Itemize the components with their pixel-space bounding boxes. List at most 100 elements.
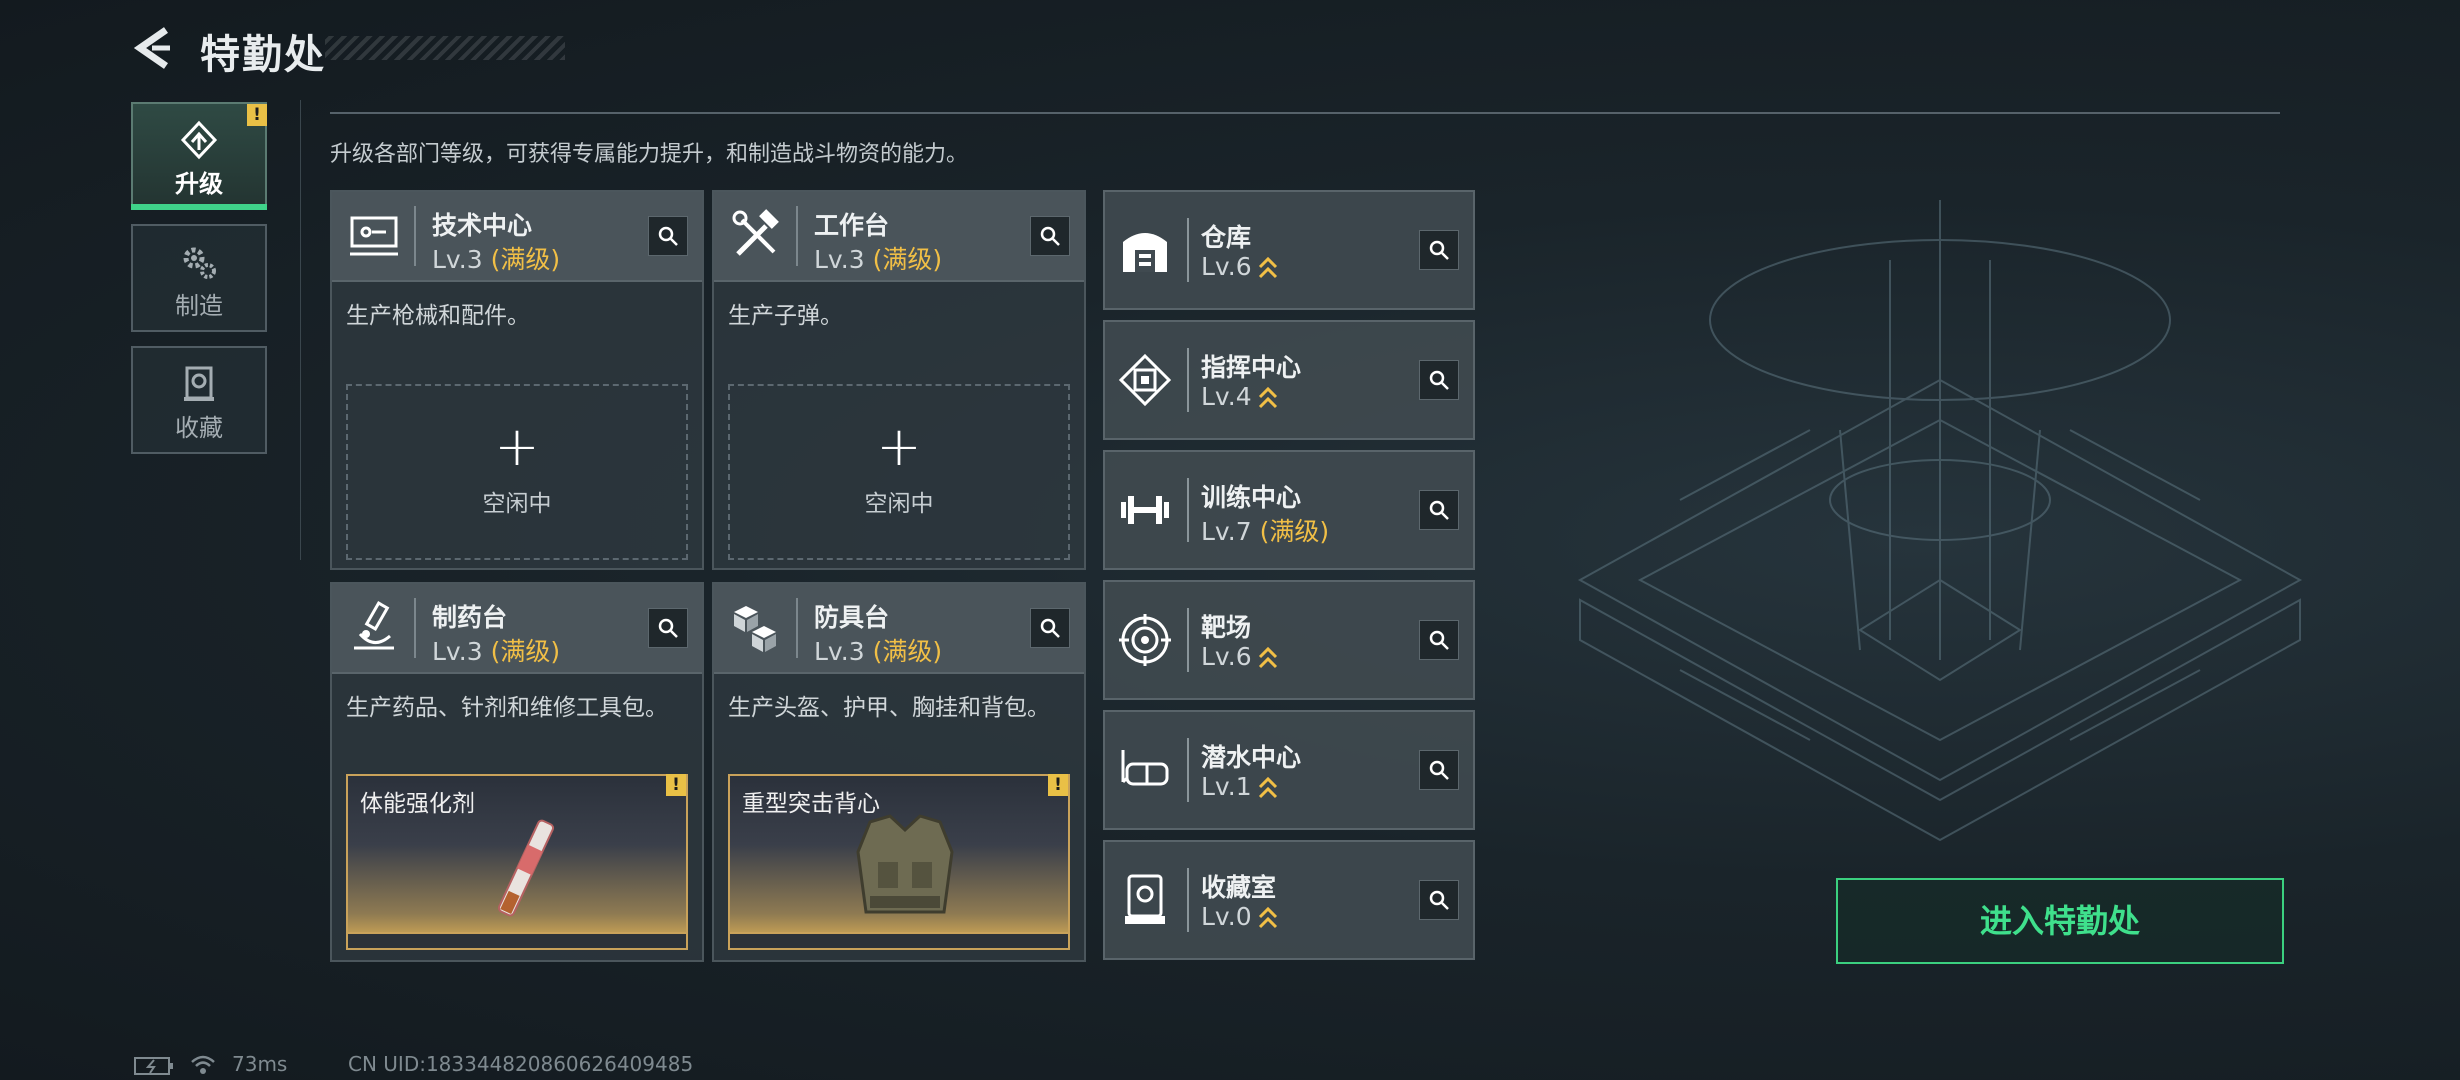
tab-label: 收藏 (175, 414, 223, 442)
search-icon (658, 618, 678, 638)
upgrade-chevron-icon (1258, 386, 1277, 409)
facility-card-armor-bench[interactable]: 防具台 Lv.3 (满级) 生产头盔、护甲、胸挂和背包。 重型突击背心 ! (712, 582, 1086, 962)
facility-description: 生产头盔、护甲、胸挂和背包。 (728, 695, 1050, 721)
slot-status: 空闲中 (864, 491, 934, 517)
user-uid: CN UID:183344820860626409485 (348, 1052, 694, 1076)
facility-row-training-center[interactable]: 训练中心 Lv.7 (满级) (1103, 450, 1475, 570)
search-icon (1429, 890, 1449, 910)
target-icon (1119, 614, 1171, 666)
inspect-button[interactable] (648, 608, 688, 648)
collection-icon (184, 366, 214, 401)
facility-row-warehouse[interactable]: 仓库 Lv.6 (1103, 190, 1475, 310)
inspect-button[interactable] (1419, 880, 1459, 920)
injector-icon (497, 819, 555, 917)
inspect-button[interactable] (1030, 608, 1070, 648)
search-icon (1429, 500, 1449, 520)
facility-level: Lv.1 (1201, 772, 1278, 801)
tab-label: 升级 (175, 170, 223, 198)
facility-level: Lv.6 (1201, 252, 1278, 281)
headquarters-wireframe (1577, 200, 2303, 842)
tools-icon (732, 209, 779, 256)
dumbbell-icon (1121, 496, 1169, 524)
search-icon (1429, 630, 1449, 650)
computer-icon (350, 216, 398, 256)
facility-row-command-center[interactable]: 指挥中心 Lv.4 (1103, 320, 1475, 440)
command-center-icon (1118, 353, 1172, 407)
search-icon (1429, 760, 1449, 780)
facility-row-diving-center[interactable]: 潜水中心 Lv.1 (1103, 710, 1475, 830)
facility-level: Lv.3 (满级) (432, 245, 561, 274)
enter-special-ops-button[interactable]: 进入特勤处 (1836, 878, 2284, 964)
tactical-vest-icon (856, 814, 954, 914)
search-icon (1429, 240, 1449, 260)
gears-icon (183, 247, 216, 279)
facility-name: 潜水中心 (1201, 743, 1302, 772)
facility-name: 技术中心 (432, 211, 533, 240)
search-icon (1429, 370, 1449, 390)
intro-text: 升级各部门等级，可获得专属能力提升，和制造战斗物资的能力。 (330, 142, 969, 167)
inspect-button[interactable] (1419, 360, 1459, 400)
facility-level: Lv.0 (1201, 902, 1278, 931)
add-icon: + (876, 415, 922, 478)
facility-card-workbench[interactable]: 工作台 Lv.3 (满级) 生产子弹。 + 空闲中 (712, 190, 1086, 570)
tab-collection[interactable]: 收藏 (131, 346, 267, 454)
facility-card-pharmacy[interactable]: 制药台 Lv.3 (满级) 生产药品、针剂和维修工具包。 体能强化剂 ! (330, 582, 704, 962)
search-icon (1040, 618, 1060, 638)
upgrade-chevron-icon (1258, 256, 1277, 279)
alert-badge: ! (247, 104, 267, 126)
inspect-button[interactable] (1030, 216, 1070, 256)
facility-name: 仓库 (1201, 223, 1252, 252)
production-item-slot[interactable]: 体能强化剂 ! (346, 774, 688, 950)
upgrade-chevron-icon (1258, 646, 1277, 669)
facility-level: Lv.3 (满级) (432, 637, 561, 666)
upgrade-icon (180, 120, 218, 160)
facility-level: Lv.7 (满级) (1201, 517, 1330, 546)
title-decoration (325, 36, 565, 60)
item-name: 体能强化剂 (360, 791, 475, 817)
add-icon: + (494, 415, 540, 478)
tab-upgrade[interactable]: 升级 ! (131, 102, 267, 210)
microscope-icon (354, 601, 394, 650)
alert-badge: ! (666, 774, 686, 796)
facility-name: 工作台 (814, 211, 890, 240)
back-arrow-icon[interactable] (130, 24, 178, 72)
search-icon (658, 226, 678, 246)
upgrade-chevron-icon (1258, 906, 1277, 929)
facility-card-tech-center[interactable]: 技术中心 Lv.3 (满级) 生产枪械和配件。 + 空闲中 (330, 190, 704, 570)
facility-name: 指挥中心 (1201, 353, 1302, 382)
production-item-slot[interactable]: 重型突击背心 ! (728, 774, 1070, 950)
warehouse-icon (1123, 233, 1167, 272)
production-slot[interactable]: + 空闲中 (728, 384, 1070, 560)
facility-level: Lv.3 (满级) (814, 245, 943, 274)
inspect-button[interactable] (1419, 620, 1459, 660)
page-title: 特勤处 (200, 32, 326, 78)
cubes-icon (734, 606, 776, 652)
tab-manufacture[interactable]: 制造 (131, 224, 267, 332)
production-slot[interactable]: + 空闲中 (346, 384, 688, 560)
facility-name: 靶场 (1201, 613, 1252, 642)
facility-row-shooting-range[interactable]: 靶场 Lv.6 (1103, 580, 1475, 700)
wifi-icon (191, 1055, 215, 1074)
tab-label: 制造 (175, 292, 223, 320)
vertical-divider (300, 100, 301, 560)
facility-level: Lv.6 (1201, 642, 1278, 671)
slot-status: 空闲中 (482, 491, 552, 517)
battery-icon (134, 1057, 173, 1075)
diving-mask-icon (1121, 750, 1169, 786)
search-icon (1040, 226, 1060, 246)
facility-row-collection-room[interactable]: 收藏室 Lv.0 (1103, 840, 1475, 960)
inspect-button[interactable] (1419, 750, 1459, 790)
inspect-button[interactable] (1419, 490, 1459, 530)
inspect-button[interactable] (648, 216, 688, 256)
inspect-button[interactable] (1419, 230, 1459, 270)
facility-name: 制药台 (432, 603, 508, 632)
facility-level: Lv.4 (1201, 382, 1278, 411)
facility-description: 生产药品、针剂和维修工具包。 (346, 695, 668, 721)
facility-description: 生产枪械和配件。 (346, 303, 530, 329)
facility-level: Lv.3 (满级) (814, 637, 943, 666)
facility-name: 收藏室 (1201, 873, 1277, 902)
ping-readout: 73ms (232, 1052, 288, 1076)
display-case-icon (1125, 874, 1165, 924)
active-indicator (131, 204, 267, 210)
upgrade-chevron-icon (1258, 776, 1277, 799)
